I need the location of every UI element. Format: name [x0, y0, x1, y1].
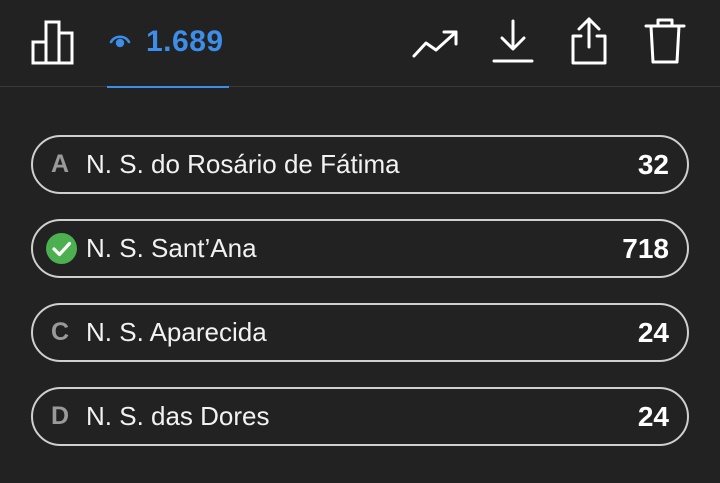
poll-option-d[interactable]: D N. S. das Dores 24: [31, 387, 689, 446]
stats-button[interactable]: [30, 18, 78, 66]
option-letter: C: [51, 318, 70, 346]
poll-option-c[interactable]: C N. S. Aparecida 24: [31, 303, 689, 362]
delete-button[interactable]: [642, 14, 688, 68]
trending-up-icon: [412, 30, 458, 58]
option-letter: A: [51, 150, 70, 178]
option-label: N. S. Sant’Ana: [86, 233, 257, 263]
trash-icon: [644, 18, 686, 64]
views-tab[interactable]: 1.689: [107, 0, 229, 88]
option-label: N. S. das Dores: [86, 401, 270, 431]
share-icon: [571, 17, 607, 65]
trend-button[interactable]: [410, 20, 462, 66]
download-icon: [492, 19, 534, 63]
option-label: N. S. Aparecida: [86, 317, 267, 347]
check-circle-icon: [46, 233, 77, 264]
option-vote-count: 24: [637, 401, 669, 432]
option-letter: D: [51, 402, 70, 430]
active-tab-indicator: [107, 86, 229, 88]
option-vote-count: 24: [637, 317, 669, 348]
poll-option-a[interactable]: A N. S. do Rosário de Fátima 32: [31, 135, 689, 194]
poll-option-b[interactable]: N. S. Sant’Ana 718: [31, 219, 689, 278]
toolbar: 1.689: [0, 0, 720, 88]
bar-chart-icon: [31, 20, 74, 65]
option-vote-count: 32: [637, 149, 669, 180]
option-label: N. S. do Rosário de Fátima: [86, 149, 400, 179]
eye-icon: [109, 35, 131, 48]
share-button[interactable]: [566, 14, 612, 68]
poll-options-list: A N. S. do Rosário de Fátima 32 N. S. Sa…: [31, 135, 689, 471]
option-vote-count: 718: [622, 233, 669, 264]
poll-results-screen: 1.689 A N. S. do Rosário de Fátima 32 N.…: [0, 0, 720, 483]
views-count: 1.689: [146, 25, 224, 58]
download-button[interactable]: [490, 16, 536, 68]
